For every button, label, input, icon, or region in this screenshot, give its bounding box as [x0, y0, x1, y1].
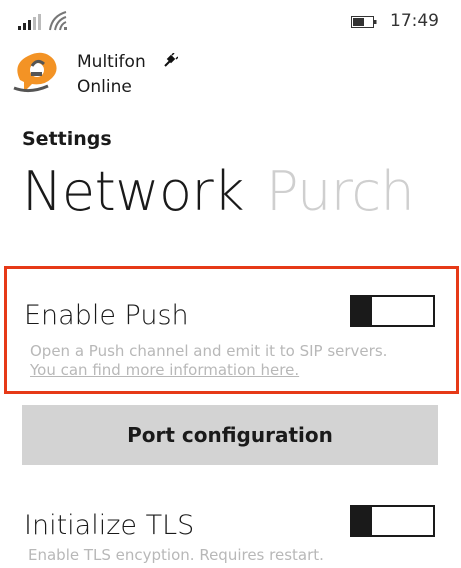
app-name-line1: Multifon [77, 52, 146, 72]
battery-icon [351, 16, 377, 28]
app-name-line2: Online [77, 77, 132, 97]
pivot-tab-network[interactable]: Network [22, 160, 244, 223]
enable-push-toggle[interactable] [350, 295, 435, 327]
wifi-icon [49, 11, 67, 31]
pivot-tab-purchase[interactable]: Purch [266, 160, 415, 223]
more-info-link[interactable]: You can find more information here. [30, 361, 299, 380]
plug-icon [164, 53, 178, 67]
page-title: Settings [22, 128, 112, 150]
multifon-logo-icon [13, 52, 57, 93]
initialize-tls-description: Enable TLS encyption. Requires restart. [28, 546, 324, 564]
status-time: 17:49 [390, 11, 439, 31]
toggle-thumb [352, 295, 372, 327]
enable-push-description: Open a Push channel and emit it to SIP s… [30, 342, 388, 360]
toggle-thumb [352, 505, 372, 537]
app-name: Multifon Online [77, 50, 146, 100]
initialize-tls-toggle[interactable] [350, 505, 435, 537]
enable-push-title: Enable Push [24, 300, 189, 331]
pivot-header: Network Purch [22, 160, 415, 223]
signal-icon [18, 14, 41, 30]
initialize-tls-title: Initialize TLS [24, 510, 195, 541]
port-configuration-button[interactable]: Port configuration [22, 405, 438, 465]
